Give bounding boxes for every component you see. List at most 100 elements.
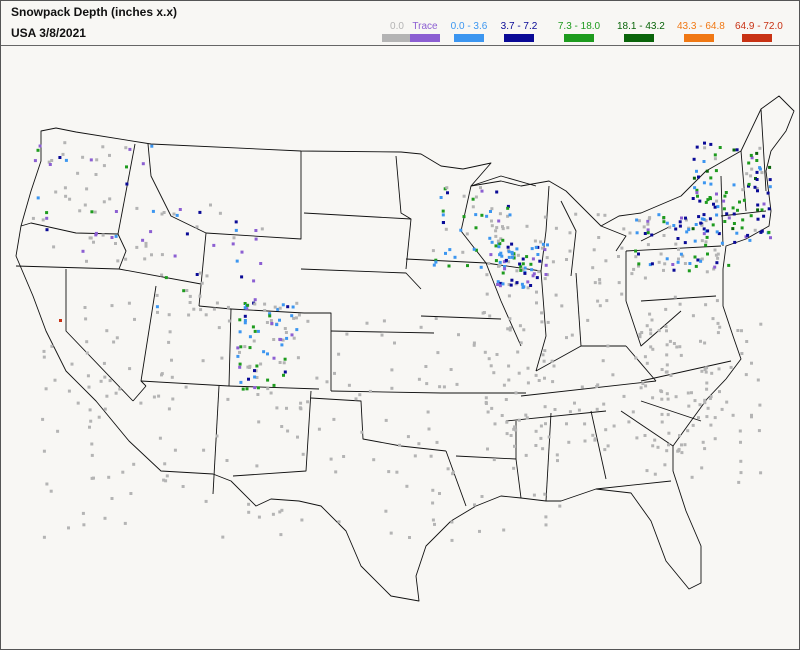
station-marker (675, 345, 679, 349)
station-marker (671, 263, 675, 266)
station-marker (718, 390, 721, 394)
station-marker (389, 531, 393, 535)
station-marker (543, 215, 547, 219)
station-marker (709, 182, 713, 186)
station-marker (70, 362, 74, 366)
station-marker (676, 237, 680, 240)
station-marker (337, 520, 341, 524)
legend-item-1: Trace (403, 21, 447, 42)
station-marker (651, 396, 655, 400)
legend-item-4: 7.3 - 18.0 (557, 21, 601, 42)
station-marker (666, 413, 670, 417)
station-marker (668, 339, 672, 343)
station-marker (110, 497, 114, 500)
station-marker (291, 305, 295, 309)
station-marker (693, 255, 697, 259)
border-ut-wy-co (198, 305, 232, 387)
station-marker (439, 196, 443, 199)
station-marker (687, 404, 691, 408)
station-marker (543, 405, 547, 409)
station-marker (448, 248, 452, 252)
station-marker (695, 145, 699, 149)
station-marker (135, 245, 139, 249)
station-marker (637, 262, 641, 266)
station-marker (227, 319, 231, 323)
map-header: Snowpack Depth (inches x.x) USA 3/8/2021… (1, 1, 799, 46)
station-marker (455, 382, 459, 386)
station-marker (713, 153, 717, 157)
station-marker (239, 380, 243, 384)
station-marker (465, 232, 469, 236)
station-marker (495, 353, 499, 356)
station-marker (568, 231, 572, 235)
station-marker (745, 172, 749, 176)
station-marker (431, 249, 435, 253)
station-marker (290, 333, 294, 337)
station-marker (645, 469, 649, 473)
station-marker (143, 257, 147, 261)
station-marker (325, 380, 329, 384)
station-marker (700, 217, 704, 221)
station-marker (736, 329, 740, 332)
station-marker (419, 325, 423, 329)
station-marker (693, 186, 697, 190)
station-marker (139, 401, 143, 405)
station-marker (487, 262, 491, 265)
station-marker (115, 336, 119, 340)
border-ny-vt (720, 175, 724, 247)
border-wy-co (230, 308, 305, 314)
station-marker (558, 504, 562, 508)
station-marker (495, 226, 499, 230)
station-marker (568, 410, 572, 414)
station-marker (756, 189, 759, 193)
station-marker (620, 246, 624, 250)
station-marker (605, 299, 609, 303)
station-marker (646, 228, 650, 232)
border-mt-wy (205, 151, 302, 240)
station-marker (677, 247, 680, 251)
station-marker (740, 329, 743, 333)
station-marker (512, 466, 516, 470)
station-marker (593, 281, 597, 285)
station-marker (531, 257, 535, 261)
station-marker (529, 284, 533, 287)
station-marker (740, 352, 744, 355)
station-marker (384, 418, 388, 422)
station-marker (756, 203, 760, 207)
station-marker (539, 424, 543, 428)
station-marker (723, 194, 727, 198)
legend-item-7: 64.9 - 72.0 (735, 21, 783, 42)
station-marker (225, 459, 229, 462)
station-marker (740, 226, 744, 230)
station-marker (756, 208, 760, 212)
station-marker (638, 332, 642, 336)
station-marker (630, 272, 634, 276)
station-marker (172, 212, 176, 216)
station-marker (691, 314, 695, 318)
station-marker (620, 292, 624, 296)
station-marker (545, 256, 549, 260)
station-marker (663, 262, 667, 266)
station-marker (405, 484, 409, 488)
station-marker (132, 462, 136, 466)
station-marker (508, 328, 512, 332)
station-marker (663, 463, 667, 467)
station-marker (665, 363, 669, 367)
station-marker (733, 240, 737, 244)
station-marker (42, 449, 46, 453)
station-marker (737, 480, 741, 484)
station-marker (524, 453, 528, 457)
station-marker (639, 386, 643, 390)
station-marker (577, 408, 581, 412)
station-marker (292, 316, 296, 320)
station-marker (474, 213, 478, 217)
station-marker (125, 182, 129, 186)
station-marker (160, 373, 163, 377)
station-marker (684, 216, 687, 220)
legend-item-5: 18.1 - 43.2 (617, 21, 665, 42)
station-marker (38, 144, 42, 148)
station-marker (513, 425, 517, 429)
station-marker (292, 336, 296, 340)
border-va-nc (640, 360, 732, 382)
station-marker (496, 280, 500, 284)
